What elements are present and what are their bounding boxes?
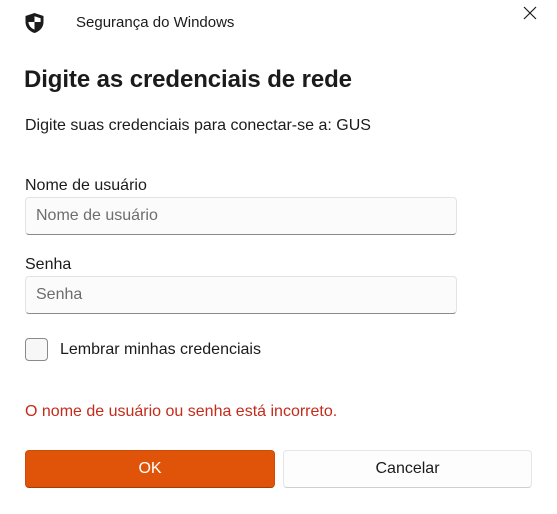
remember-credentials-checkbox[interactable]: Lembrar minhas credenciais — [25, 338, 261, 361]
password-input[interactable] — [25, 276, 457, 314]
close-button[interactable] — [507, 0, 553, 30]
ok-button[interactable]: OK — [25, 450, 275, 488]
username-label: Nome de usuário — [25, 177, 147, 194]
username-input[interactable] — [25, 197, 457, 235]
password-label: Senha — [25, 256, 72, 273]
app-title: Segurança do Windows — [76, 14, 235, 31]
dialog-heading: Digite as credenciais de rede — [24, 66, 352, 93]
cancel-button[interactable]: Cancelar — [283, 450, 532, 488]
credentials-dialog: Segurança do Windows Digite as credencia… — [0, 0, 557, 514]
title-bar: Segurança do Windows — [0, 0, 557, 46]
remember-credentials-label[interactable]: Lembrar minhas credenciais — [60, 341, 261, 359]
error-message: O nome de usuário ou senha está incorret… — [25, 403, 338, 420]
windows-security-shield-icon — [24, 12, 45, 34]
close-icon — [523, 6, 537, 25]
dialog-subheading: Digite suas credenciais para conectar-se… — [25, 117, 371, 134]
checkbox-box[interactable] — [25, 338, 48, 361]
